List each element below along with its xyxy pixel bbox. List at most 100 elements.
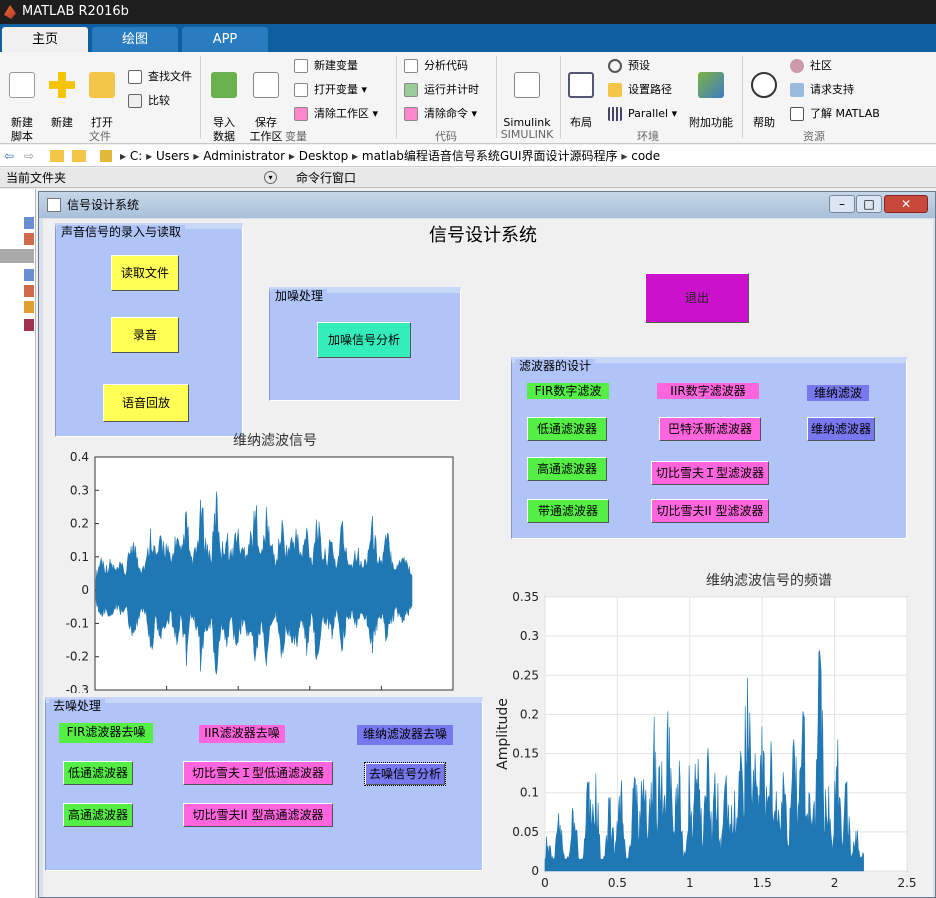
record-button[interactable]: 录音 — [111, 317, 179, 353]
new-button[interactable]: 新建 — [44, 58, 80, 130]
new-variable-button[interactable]: 新建变量 — [294, 57, 358, 75]
y-tick-label: 0.1 — [520, 786, 539, 800]
group-label-variable: 变量 — [285, 130, 307, 143]
denoise-lowpass-button[interactable]: 低通滤波器 — [63, 761, 133, 785]
denoise-panel-title: 去噪处理 — [49, 699, 106, 713]
open-variable-button[interactable]: 打开变量 ▾ — [294, 81, 367, 99]
request-support-label: 请求支持 — [810, 83, 854, 96]
community-button[interactable]: 社区 — [790, 57, 832, 75]
playback-button[interactable]: 语音回放 — [103, 384, 189, 422]
group-label-simulink: SIMULINK — [500, 128, 554, 141]
help-button[interactable]: 帮助 — [748, 58, 780, 130]
breadcrumb-item[interactable]: Administrator — [203, 149, 285, 163]
pane-menu-icon[interactable]: ▾ — [264, 171, 277, 184]
community-icon — [790, 59, 804, 73]
support-icon — [790, 83, 804, 97]
help-icon — [751, 72, 777, 98]
clear-commands-button[interactable]: 清除命令 ▾ — [404, 105, 477, 123]
app-title: MATLAB R2016b — [22, 4, 129, 19]
community-label: 社区 — [810, 59, 832, 72]
y-tick-label: -0.1 — [66, 616, 89, 630]
breadcrumb-item[interactable]: Desktop — [299, 149, 349, 163]
breadcrumb-item[interactable]: Users — [156, 149, 190, 163]
divider — [396, 56, 397, 138]
x-tick-labels: 0 0.5 1 1.5 2 2.5 — [541, 876, 916, 890]
y-tick-labels: 0.4 0.3 0.2 0.1 0 -0.1 -0.2 -0.3 — [66, 450, 99, 693]
butterworth-filter-button[interactable]: 巴特沃斯滤波器 — [659, 417, 761, 441]
back-icon[interactable]: ⇦ — [4, 145, 14, 167]
group-label-resources: 资源 — [803, 130, 825, 143]
tab-plots[interactable]: 绘图 — [92, 27, 178, 52]
file-icon[interactable] — [24, 285, 34, 297]
new-variable-label: 新建变量 — [314, 59, 358, 72]
breadcrumb-item[interactable]: C: — [130, 149, 142, 163]
browse-folder-icon[interactable] — [72, 150, 86, 162]
highpass-filter-button[interactable]: 高通滤波器 — [527, 457, 607, 481]
layout-button[interactable]: 布局 — [564, 58, 598, 130]
tab-apps[interactable]: APP — [182, 27, 268, 52]
ribbon: 新建 脚本 新建 打开 查找文件 比较 文件 导入 数据 保存 工作区 新建变量… — [0, 52, 936, 144]
addons-button[interactable]: 附加功能 — [688, 58, 734, 130]
analyze-code-button[interactable]: 分析代码 — [404, 57, 468, 75]
compare-label: 比较 — [148, 94, 170, 107]
learn-matlab-button[interactable]: 了解 MATLAB — [790, 105, 880, 123]
cheby2-filter-button[interactable]: 切比雪夫II 型滤波器 — [651, 499, 769, 523]
cheby2-highpass-button[interactable]: 切比雪夫II 型高通滤波器 — [183, 803, 333, 827]
current-folder-pane[interactable] — [0, 189, 36, 898]
run-and-time-button[interactable]: 运行并计时 — [404, 81, 479, 99]
breadcrumb-item[interactable]: matlab编程语音信号系统GUI界面设计源码程序 — [362, 149, 618, 163]
forward-icon[interactable]: ⇨ — [24, 145, 34, 167]
y-tick-label: 0.05 — [512, 825, 539, 839]
iir-denoise-label: IIR滤波器去噪 — [199, 725, 285, 743]
group-label-environment: 环境 — [637, 130, 659, 143]
breadcrumb-item[interactable]: code — [631, 149, 660, 163]
wiener-signal-chart: 维纳滤波信号 0.4 0.3 0.2 0.1 0 -0.1 -0.2 -0.3 — [66, 433, 454, 693]
wiener-filter-button[interactable]: 维纳滤波器 — [807, 417, 875, 441]
bandpass-filter-button[interactable]: 带通滤波器 — [527, 499, 609, 523]
main-title: 信号设计系统 — [429, 225, 537, 246]
parallel-button[interactable]: Parallel ▾ — [608, 105, 677, 123]
save-workspace-icon — [253, 72, 279, 98]
denoise-highpass-button[interactable]: 高通滤波器 — [63, 803, 133, 827]
noise-panel-title: 加噪处理 — [271, 289, 328, 303]
new-script-button[interactable]: 新建 脚本 — [4, 58, 40, 144]
file-icon[interactable] — [24, 233, 34, 245]
cheby1-filter-button[interactable]: 切比雪夫Ｉ型滤波器 — [651, 461, 769, 485]
ribbon-tabbar: 主页 绘图 APP — [0, 24, 936, 52]
read-file-button[interactable]: 读取文件 — [111, 255, 179, 291]
file-icon[interactable] — [0, 249, 34, 263]
request-support-button[interactable]: 请求支持 — [790, 81, 854, 99]
x-tick-label: 0.5 — [608, 876, 627, 890]
tab-home[interactable]: 主页 — [2, 27, 88, 52]
file-icon[interactable] — [24, 319, 34, 331]
exit-button[interactable]: 退出 — [645, 273, 749, 323]
import-data-label: 导入 数据 — [213, 116, 235, 143]
simulink-button[interactable]: Simulink — [502, 58, 552, 130]
close-button[interactable]: ✕ — [884, 195, 928, 213]
y-tick-label: -0.2 — [66, 650, 89, 664]
set-path-button[interactable]: 设置路径 — [608, 81, 672, 99]
import-data-button[interactable]: 导入 数据 — [206, 58, 242, 144]
cheby1-lowpass-button[interactable]: 切比雪夫Ｉ型低通滤波器 — [183, 761, 333, 785]
file-icon[interactable] — [24, 217, 34, 229]
preferences-button[interactable]: 预设 — [608, 57, 650, 75]
y-tick-label: 0.2 — [520, 707, 539, 721]
find-files-button[interactable]: 查找文件 — [128, 68, 192, 86]
lowpass-filter-button[interactable]: 低通滤波器 — [527, 417, 607, 441]
wiener-denoise-label: 维纳滤波器去噪 — [357, 725, 453, 745]
addons-label: 附加功能 — [689, 116, 733, 129]
compare-button[interactable]: 比较 — [128, 92, 170, 110]
minimize-button[interactable]: – — [829, 195, 855, 213]
up-folder-icon[interactable] — [50, 150, 64, 162]
file-icon[interactable] — [24, 269, 34, 281]
parallel-label: Parallel — [628, 107, 669, 120]
open-button[interactable]: 打开 — [84, 58, 120, 130]
parallel-icon — [608, 107, 622, 121]
maximize-button[interactable]: □ — [856, 195, 882, 213]
noise-analysis-button[interactable]: 加噪信号分析 — [317, 322, 411, 358]
new-script-icon — [9, 72, 35, 98]
clear-workspace-button[interactable]: 清除工作区 ▾ — [294, 105, 378, 123]
denoise-analysis-button[interactable]: 去噪信号分析 — [364, 762, 446, 786]
file-icon[interactable] — [24, 301, 34, 313]
chart-title: 维纳滤波信号 — [233, 433, 317, 449]
